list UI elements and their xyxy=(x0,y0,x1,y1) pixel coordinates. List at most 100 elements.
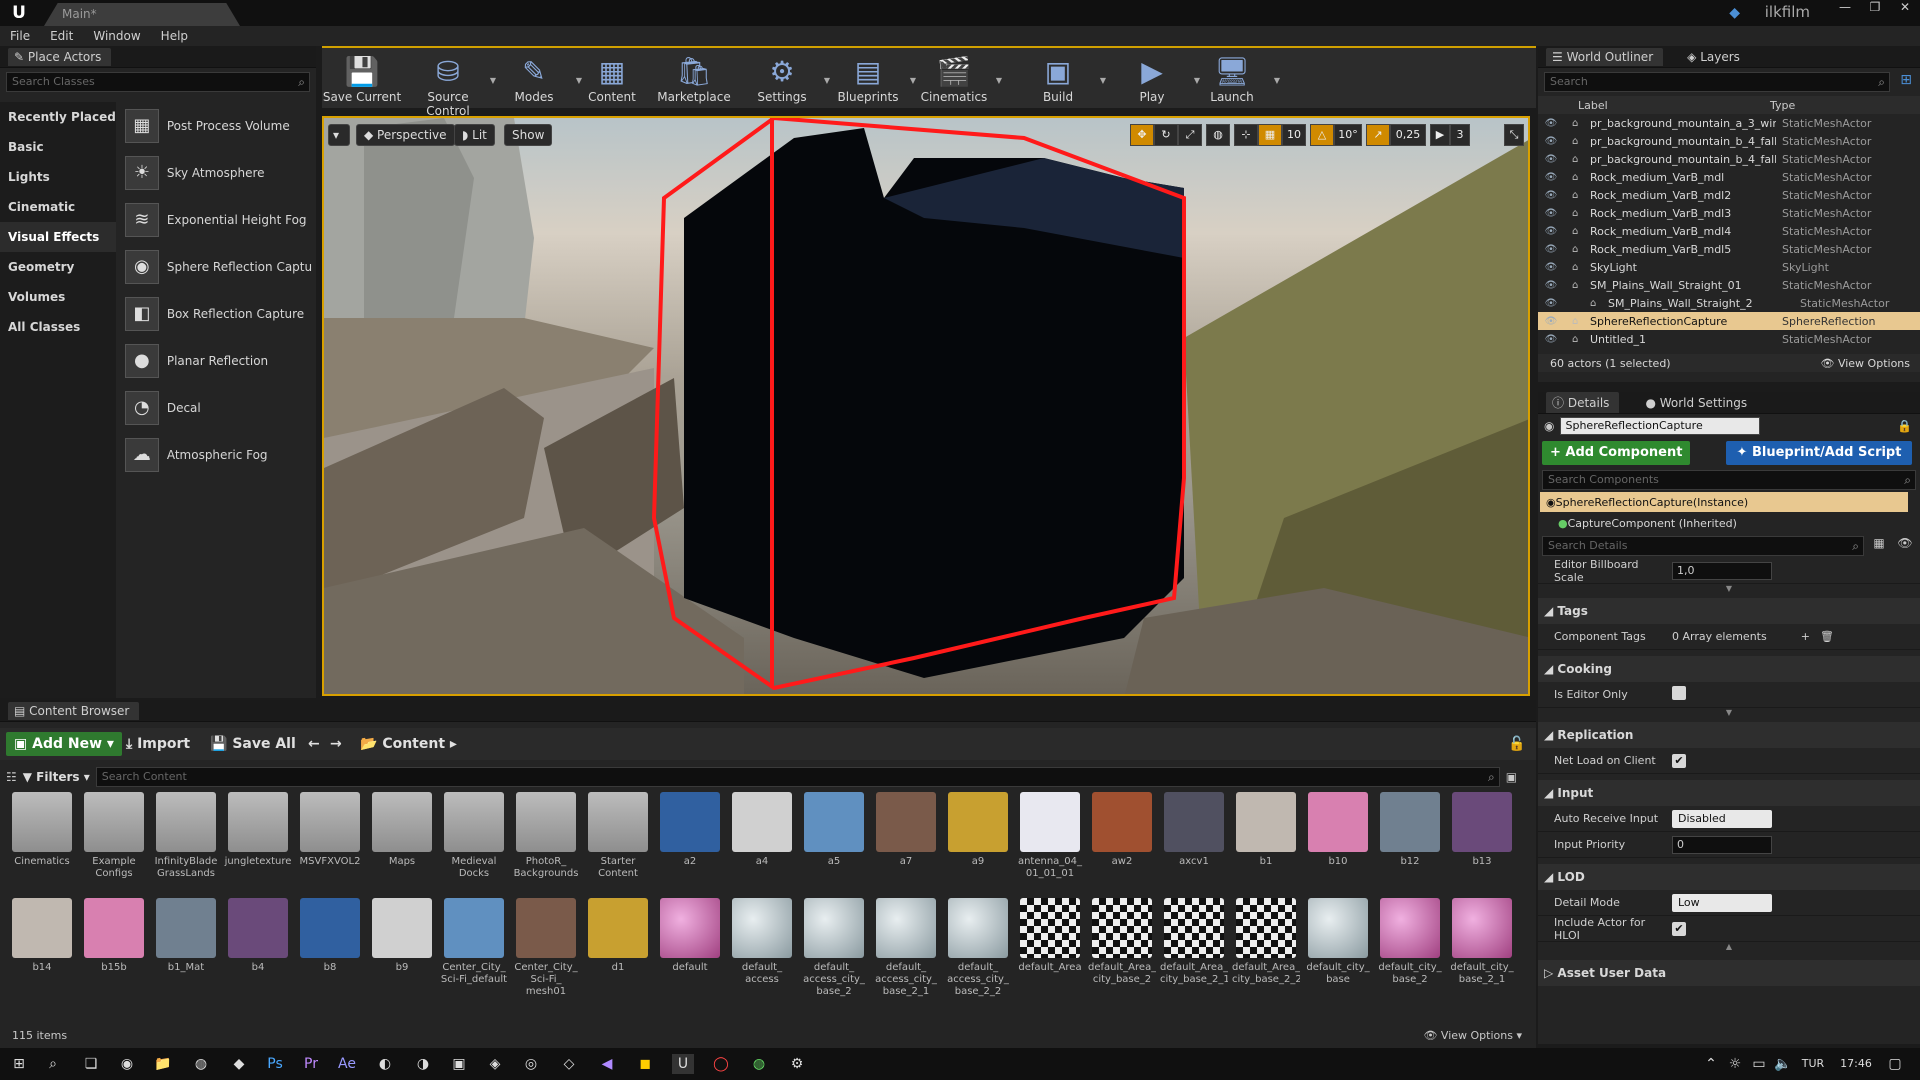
app-icon-7[interactable]: ◇ xyxy=(558,1054,580,1074)
world-local-icon[interactable]: ◍ xyxy=(1206,124,1230,146)
input-section[interactable]: ◢ Input xyxy=(1538,780,1920,806)
outliner-row[interactable]: 👁 ⌂ Rock_medium_VarB_mdl StaticMeshActor xyxy=(1538,168,1920,186)
add-folder-icon[interactable]: ⊞ xyxy=(1900,72,1912,88)
asset-tile[interactable]: b12 xyxy=(1376,792,1444,892)
outliner-row[interactable]: 👁 ⌂ pr_background_mountain_b_4_fall2 Static… xyxy=(1538,150,1920,168)
asset-tile[interactable]: Maps xyxy=(368,792,436,892)
grid-view-icon[interactable]: ▦ xyxy=(1868,536,1890,556)
menu-help[interactable]: Help xyxy=(151,26,198,46)
input-priority-input[interactable]: 0 xyxy=(1672,835,1772,854)
cinematics-button[interactable]: 🎬 Cinematics ▼ xyxy=(914,54,1002,104)
component-instance-row[interactable]: ◉ SphereReflectionCapture(Instance) xyxy=(1540,492,1908,512)
search-classes-input[interactable]: Search Classes ⌕ xyxy=(6,72,310,92)
outliner-row[interactable]: 👁 ⌂ pr_background_mountain_a_3_win StaticMe… xyxy=(1538,114,1920,132)
grid-snap-value[interactable]: 10 xyxy=(1282,124,1306,146)
save-search-icon[interactable]: ▣ xyxy=(1506,770,1517,784)
outliner-row[interactable]: 👁 ⌂ pr_background_mountain_b_4_fall StaticM… xyxy=(1538,132,1920,150)
visibility-eye-icon[interactable]: 👁 xyxy=(1538,226,1564,237)
capture-component-row[interactable]: ● CaptureComponent (Inherited) xyxy=(1538,512,1920,534)
modes-button[interactable]: ✎ Modes ▼ xyxy=(494,54,582,104)
brightness-icon[interactable]: ☼ xyxy=(1724,1054,1746,1074)
grid-snap-icon[interactable]: ▦ xyxy=(1258,124,1282,146)
category-geometry[interactable]: Geometry xyxy=(0,252,116,282)
menu-edit[interactable]: Edit xyxy=(40,26,83,46)
outliner-row[interactable]: 👁 ⌂ SkyLight SkyLight xyxy=(1538,258,1920,276)
import-button[interactable]: ⤓ Import xyxy=(118,732,198,756)
scale-tool-icon[interactable]: ⤢ xyxy=(1178,124,1202,146)
visibility-eye-icon[interactable]: 👁 xyxy=(1538,334,1564,345)
actor-item-sky-atmosphere[interactable]: ☀ Sky Atmosphere xyxy=(120,149,316,196)
outliner-row[interactable]: 👁 ⌂ Rock_medium_VarB_mdl3 StaticMeshActor xyxy=(1538,204,1920,222)
asset-tile[interactable]: default_ access_city_ base_2 xyxy=(800,898,868,998)
asset-tile[interactable]: jungletexture xyxy=(224,792,292,892)
asset-tile[interactable]: d1 xyxy=(584,898,652,998)
world-outliner-tab[interactable]: ☰ World Outliner xyxy=(1546,47,1664,66)
replication-section[interactable]: ◢ Replication xyxy=(1538,722,1920,748)
asset-tile[interactable]: b9 xyxy=(368,898,436,998)
asset-tile[interactable]: default_ access xyxy=(728,898,796,998)
trash-icon[interactable]: 🗑 xyxy=(1820,630,1834,643)
visual-studio-icon[interactable]: ◀ xyxy=(596,1054,618,1074)
rotation-snap-icon[interactable]: △ xyxy=(1310,124,1334,146)
asset-tile[interactable]: Center_City_ Sci-Fi_default xyxy=(440,898,508,998)
notification-icon[interactable]: ▢ xyxy=(1884,1054,1906,1074)
view-options-button[interactable]: 👁 View Options xyxy=(1820,357,1910,370)
blueprints-button[interactable]: ▤ Blueprints ▼ xyxy=(828,54,916,104)
app-icon-10[interactable]: ⚙ xyxy=(786,1054,808,1074)
asset-tile[interactable]: b13 xyxy=(1448,792,1516,892)
save-all-button[interactable]: 💾 Save All xyxy=(202,732,304,756)
source-control-status-icon[interactable]: ◆ xyxy=(1729,5,1740,21)
content-browser-tab[interactable]: ▤ Content Browser xyxy=(8,701,140,720)
content-view-options-button[interactable]: 👁 View Options ▾ xyxy=(1423,1029,1522,1042)
app-icon-1[interactable]: ◉ xyxy=(116,1054,138,1074)
outliner-row[interactable]: 👁 ⌂ Rock_medium_VarB_mdl5 StaticMeshActor xyxy=(1538,240,1920,258)
category-all-classes[interactable]: All Classes xyxy=(0,312,116,342)
actor-item-sphere-reflection-capture[interactable]: ◉ Sphere Reflection Captu xyxy=(120,243,316,290)
build-button[interactable]: ▣ Build ▼ xyxy=(1018,54,1106,104)
visibility-eye-icon[interactable]: 👁 xyxy=(1538,172,1564,183)
net-load-checkbox[interactable]: ✔ xyxy=(1672,753,1686,768)
marketplace-button[interactable]: 🛍 Marketplace xyxy=(654,54,734,104)
layers-tab[interactable]: ◈ Layers xyxy=(1669,50,1740,64)
volume-icon[interactable]: 🔈 xyxy=(1772,1054,1794,1074)
outliner-row[interactable]: 👁 ⌂ Rock_medium_VarB_mdl4 StaticMeshActor xyxy=(1538,222,1920,240)
expand-arrow-icon[interactable]: ▼ xyxy=(1538,708,1920,722)
blueprint-add-script-button[interactable]: ✦ Blueprint/Add Script xyxy=(1726,441,1912,465)
search-components-input[interactable]: Search Components ⌕ xyxy=(1542,470,1916,490)
category-basic[interactable]: Basic xyxy=(0,132,116,162)
photoshop-icon[interactable]: Ps xyxy=(264,1054,286,1074)
outliner-row[interactable]: 👁 ⌂ SM_Plains_Wall_Straight_01 StaticMeshAc… xyxy=(1538,276,1920,294)
maximize-icon[interactable]: ❐ xyxy=(1860,0,1890,16)
asset-tile[interactable]: default_Area_ city_base_2_2 xyxy=(1232,898,1300,998)
play-button[interactable]: ▶ Play ▼ xyxy=(1112,54,1200,104)
content-button[interactable]: ▦ Content xyxy=(572,54,652,104)
asset-user-data-section[interactable]: ▷ Asset User Data xyxy=(1538,960,1920,986)
rotation-snap-value[interactable]: 10° xyxy=(1334,124,1362,146)
detail-mode-dropdown[interactable]: Low xyxy=(1672,893,1772,912)
scale-snap-value[interactable]: 0,25 xyxy=(1390,124,1426,146)
billboard-scale-input[interactable]: 1,0 xyxy=(1672,561,1772,580)
asset-tile[interactable]: MSVFXVOL2 xyxy=(296,792,364,892)
category-cinematic[interactable]: Cinematic xyxy=(0,192,116,222)
asset-tile[interactable]: Medieval Docks xyxy=(440,792,508,892)
outliner-search-input[interactable]: Search ⌕ xyxy=(1544,72,1890,92)
asset-tile[interactable]: default_ access_city_ base_2_2 xyxy=(944,898,1012,998)
lit-button[interactable]: ◗ Lit xyxy=(454,124,495,146)
actor-item-planar-reflection[interactable]: ● Planar Reflection xyxy=(120,337,316,384)
asset-tile[interactable]: b4 xyxy=(224,898,292,998)
app-icon-4[interactable]: ◑ xyxy=(412,1054,434,1074)
collapse-arrow-icon[interactable]: ▲ xyxy=(1538,942,1920,960)
tray-chevron-icon[interactable]: ⌃ xyxy=(1700,1054,1722,1074)
outliner-row[interactable]: 👁 ⌂ SM_Plains_Wall_Straight_2 StaticMeshAct… xyxy=(1538,294,1920,312)
menu-file[interactable]: File xyxy=(0,26,40,46)
asset-tile[interactable]: default_Area xyxy=(1016,898,1084,998)
discord-icon[interactable]: ◎ xyxy=(520,1054,542,1074)
category-lights[interactable]: Lights xyxy=(0,162,116,192)
eye-icon[interactable]: 👁 xyxy=(1894,536,1916,556)
outliner-row[interactable]: 👁 ⌂ Untitled_1 StaticMeshActor xyxy=(1538,330,1920,348)
minimize-icon[interactable]: — xyxy=(1830,0,1860,16)
search-content-input[interactable]: Search Content ⌕ xyxy=(95,767,1500,787)
forward-arrow-icon[interactable]: → xyxy=(322,732,350,756)
asset-tile[interactable]: default xyxy=(656,898,724,998)
actor-name-field[interactable]: SphereReflectionCapture xyxy=(1560,417,1761,435)
